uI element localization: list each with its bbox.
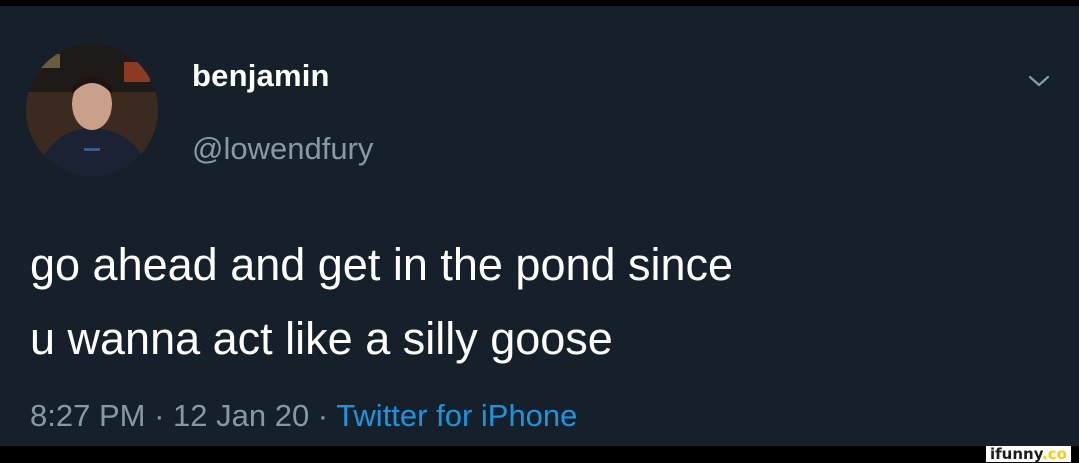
- ifunny-watermark: ifunny.co: [985, 445, 1071, 463]
- user-handle[interactable]: @lowendfury: [192, 131, 373, 167]
- tweet-text: go ahead and get in the pond since u wan…: [30, 239, 734, 364]
- watermark-suffix: .co: [1042, 445, 1067, 463]
- tweet-time[interactable]: 8:27 PM: [30, 398, 145, 433]
- tweet-source-link[interactable]: Twitter for iPhone: [336, 398, 577, 433]
- avatar[interactable]: [26, 44, 158, 176]
- tweet-card: benjamin @lowendfury go ahead and get in…: [0, 6, 1079, 446]
- meta-separator: ·: [145, 398, 174, 433]
- meta-separator: ·: [309, 398, 337, 433]
- chevron-down-icon[interactable]: [1024, 66, 1054, 96]
- display-name[interactable]: benjamin: [192, 58, 330, 94]
- watermark-brand: ifunny: [989, 445, 1043, 463]
- tweet-metadata: 8:27 PM · 12 Jan 20 · Twitter for iPhone: [30, 398, 577, 434]
- tweet-date[interactable]: 12 Jan 20: [173, 398, 309, 433]
- avatar-photo-icon: [26, 44, 158, 176]
